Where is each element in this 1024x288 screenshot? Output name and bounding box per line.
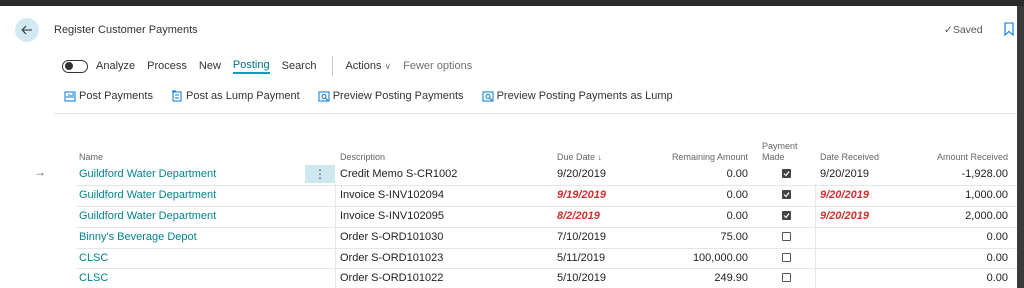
preview-posting-lump-label: Preview Posting Payments as Lump bbox=[496, 90, 673, 102]
row-actions-menu-button[interactable]: ⋮ bbox=[305, 165, 335, 183]
sort-down-arrow-icon: ↓ bbox=[597, 152, 603, 162]
row-divider bbox=[76, 267, 1017, 269]
remaining-amount-cell: 0.00 bbox=[726, 168, 748, 180]
col-header-payment-made-line1: Payment bbox=[762, 141, 798, 151]
post-lump-icon bbox=[171, 90, 182, 102]
customer-name-link[interactable]: CLSC bbox=[79, 268, 108, 288]
checkmark-icon: ✓ bbox=[944, 24, 953, 36]
saved-status: ✓Saved bbox=[944, 24, 983, 36]
current-row-arrow-icon: → bbox=[34, 165, 46, 179]
due-date-cell: 7/10/2019 bbox=[557, 231, 606, 243]
payment-made-checkbox[interactable] bbox=[782, 190, 791, 199]
date-received-cell: 9/20/2019 bbox=[820, 210, 869, 222]
description-cell: Order S-ORD101030 bbox=[340, 231, 444, 243]
row-divider bbox=[76, 226, 1017, 228]
due-date-cell: 5/11/2019 bbox=[557, 252, 606, 264]
customer-name-link[interactable]: CLSC bbox=[79, 248, 108, 268]
due-date-cell: 5/10/2019 bbox=[557, 272, 606, 284]
row-divider bbox=[76, 184, 1017, 186]
description-cell: Credit Memo S-CR1002 bbox=[340, 168, 458, 180]
saved-label: Saved bbox=[952, 24, 983, 36]
page-title: Register Customer Payments bbox=[54, 24, 198, 36]
menu-new[interactable]: New bbox=[199, 60, 221, 72]
action-menu-bar: Analyze Process New Posting Search Actio… bbox=[62, 56, 484, 76]
payment-made-checkbox[interactable] bbox=[782, 273, 791, 282]
bookmark-icon[interactable] bbox=[1004, 22, 1014, 41]
row-divider bbox=[76, 247, 1017, 249]
analyze-toggle[interactable] bbox=[62, 59, 88, 73]
col-header-date-received[interactable]: Date Received bbox=[820, 152, 879, 162]
description-cell: Invoice S-INV102095 bbox=[340, 210, 444, 222]
col-header-remaining-amount[interactable]: Remaining Amount bbox=[648, 152, 748, 162]
back-button[interactable] bbox=[15, 18, 39, 42]
customer-name-link[interactable]: Guildford Water Department bbox=[79, 164, 216, 184]
preview-icon bbox=[318, 91, 330, 102]
menu-separator bbox=[332, 56, 334, 76]
chevron-down-icon: ∨ bbox=[384, 61, 392, 71]
post-payments-button[interactable]: Post Payments bbox=[64, 90, 153, 102]
col-header-due-date[interactable]: Due Date ↓ bbox=[557, 152, 602, 162]
remaining-amount-cell: 0.00 bbox=[726, 210, 748, 222]
back-arrow-icon bbox=[21, 25, 32, 35]
amount-received-cell: 1,000.00 bbox=[965, 189, 1008, 201]
due-date-cell: 9/19/2019 bbox=[557, 189, 606, 201]
fewer-options-link[interactable]: Fewer options bbox=[403, 60, 472, 72]
remaining-amount-cell: 75.00 bbox=[720, 231, 748, 243]
preview-posting-payments-button[interactable]: Preview Posting Payments bbox=[318, 90, 464, 102]
remaining-amount-cell: 249.90 bbox=[714, 272, 748, 284]
amount-received-cell: 0.00 bbox=[986, 272, 1008, 284]
check-icon bbox=[783, 192, 790, 198]
amount-received-cell: 0.00 bbox=[986, 252, 1008, 264]
col-separator bbox=[815, 184, 816, 288]
menu-search[interactable]: Search bbox=[282, 60, 317, 72]
menu-actions-label: Actions bbox=[345, 60, 382, 72]
payment-made-checkbox[interactable] bbox=[782, 169, 791, 178]
window-right-edge bbox=[1017, 6, 1024, 288]
post-payments-label: Post Payments bbox=[79, 90, 153, 102]
check-icon bbox=[783, 213, 790, 219]
amount-received-cell: 2,000.00 bbox=[965, 210, 1008, 222]
post-lump-payment-button[interactable]: Post as Lump Payment bbox=[171, 90, 300, 102]
col-separator bbox=[335, 184, 336, 288]
post-icon bbox=[64, 91, 76, 102]
menu-posting[interactable]: Posting bbox=[232, 58, 270, 74]
customer-name-link[interactable]: Guildford Water Department bbox=[79, 185, 216, 205]
customer-name-link[interactable]: Binny's Beverage Depot bbox=[79, 227, 197, 247]
date-received-cell: 9/20/2019 bbox=[820, 168, 869, 180]
col-header-name[interactable]: Name bbox=[79, 152, 103, 162]
preview-posting-lump-button[interactable]: Preview Posting Payments as Lump bbox=[482, 90, 673, 102]
payment-made-checkbox[interactable] bbox=[782, 211, 791, 220]
preview-lump-icon bbox=[482, 91, 494, 102]
col-header-payment-made-line2: Made bbox=[762, 152, 785, 162]
description-cell: Order S-ORD101023 bbox=[340, 252, 444, 264]
col-header-due-date-label: Due Date bbox=[557, 152, 596, 162]
window-top-bar bbox=[0, 0, 1024, 6]
amount-received-cell: 0.00 bbox=[986, 231, 1008, 243]
payment-made-checkbox[interactable] bbox=[782, 253, 791, 262]
posting-actions-bar: Post Payments Post as Lump Payment Previ… bbox=[64, 90, 691, 102]
due-date-cell: 9/20/2019 bbox=[557, 168, 606, 180]
remaining-amount-cell: 0.00 bbox=[726, 189, 748, 201]
toolbar-divider bbox=[54, 113, 1017, 114]
preview-posting-payments-label: Preview Posting Payments bbox=[332, 90, 464, 102]
description-cell: Invoice S-INV102094 bbox=[340, 189, 444, 201]
col-header-description[interactable]: Description bbox=[340, 152, 385, 162]
menu-analyze[interactable]: Analyze bbox=[96, 60, 135, 72]
col-header-amount-received[interactable]: Amount Received bbox=[908, 152, 1008, 162]
menu-actions[interactable]: Actions ∨ bbox=[345, 60, 391, 72]
due-date-cell: 8/2/2019 bbox=[557, 210, 600, 222]
row-divider bbox=[76, 205, 1017, 207]
customer-name-link[interactable]: Guildford Water Department bbox=[79, 206, 216, 226]
amount-received-cell: -1,928.00 bbox=[961, 168, 1008, 180]
post-lump-payment-label: Post as Lump Payment bbox=[185, 90, 300, 102]
menu-process[interactable]: Process bbox=[147, 60, 187, 72]
check-icon bbox=[783, 171, 790, 177]
col-header-payment-made[interactable]: Payment Made bbox=[762, 141, 798, 162]
payment-made-checkbox[interactable] bbox=[782, 232, 791, 241]
date-received-cell: 9/20/2019 bbox=[820, 189, 869, 201]
description-cell: Order S-ORD101022 bbox=[340, 272, 444, 284]
remaining-amount-cell: 100,000.00 bbox=[692, 252, 748, 264]
